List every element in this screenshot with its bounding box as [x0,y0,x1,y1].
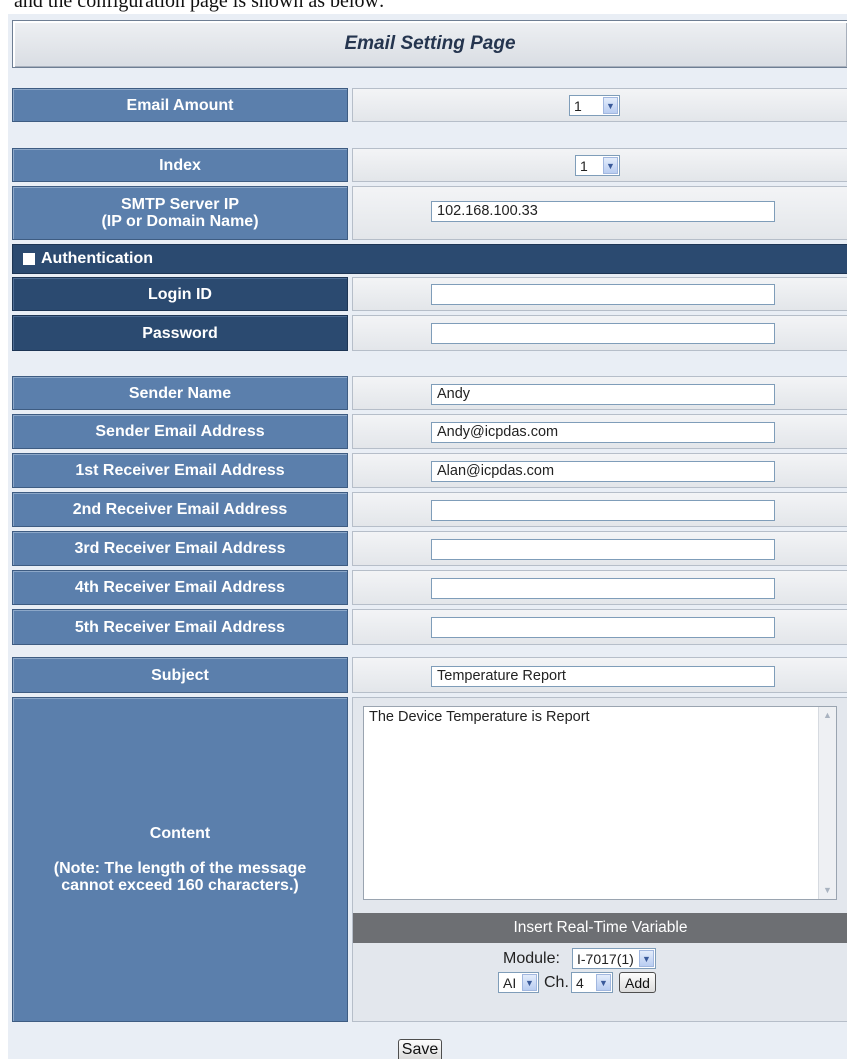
content-text: The Device Temperature is Report [369,709,590,725]
type-select[interactable]: AI ▼ [498,972,539,993]
save-button[interactable]: Save [398,1039,442,1059]
receiver-4-label: 4th Receiver Email Address [12,570,348,605]
sender-name-cell: Andy [352,376,847,410]
authentication-header: Authentication [12,244,847,274]
smtp-label-line1: SMTP Server IP [121,196,239,213]
type-value: AI [503,974,517,991]
receiver-3-cell [352,531,847,566]
chevron-down-icon: ▼ [596,974,611,991]
content-label: Content [149,825,211,842]
row-email-amount: Email Amount 1 ▼ [12,88,847,122]
row-content: Content (Note: The length of the message… [12,697,847,1022]
smtp-server-input[interactable]: 102.168.100.33 [431,201,775,222]
chevron-down-icon: ▼ [603,97,618,114]
index-value: 1 [580,157,588,174]
row-smtp-server: SMTP Server IP (IP or Domain Name) 102.1… [12,186,847,240]
row-password: Password [12,315,847,351]
email-amount-label: Email Amount [12,88,348,122]
receiver-4-input[interactable] [431,578,775,599]
receiver-3-input[interactable] [431,539,775,560]
content-textarea[interactable]: The Device Temperature is Report ▲ ▼ [363,706,837,900]
receiver-3-label: 3rd Receiver Email Address [12,531,348,566]
top-caption-cut: and the configuration page is shown as b… [0,0,847,14]
login-id-input[interactable] [431,284,775,305]
index-cell: 1 ▼ [352,148,847,182]
scroll-down-icon[interactable]: ▼ [820,883,835,898]
receiver-5-input[interactable] [431,617,775,638]
receiver-1-input[interactable]: Alan@icpdas.com [431,461,775,482]
content-scrollbar[interactable]: ▲ ▼ [818,707,836,899]
add-button[interactable]: Add [619,972,656,993]
module-label: Module: [503,950,560,967]
sender-email-label: Sender Email Address [12,414,348,449]
page-title: Email Setting Page [12,20,847,68]
password-input[interactable] [431,323,775,344]
row-index: Index 1 ▼ [12,148,847,182]
top-caption: and the configuration page is shown as b… [14,0,385,12]
row-sender-name: Sender Name Andy [12,376,847,410]
sender-name-input[interactable]: Andy [431,384,775,405]
row-sender-email: Sender Email Address Andy@icpdas.com [12,414,847,449]
login-id-label: Login ID [12,277,348,311]
module-select[interactable]: I-7017(1) ▼ [572,948,656,969]
receiver-1-label: 1st Receiver Email Address [12,453,348,488]
password-cell [352,315,847,351]
subject-label: Subject [12,657,348,693]
module-value: I-7017(1) [577,950,634,967]
receiver-1-cell: Alan@icpdas.com [352,453,847,488]
email-amount-select[interactable]: 1 ▼ [569,95,620,116]
sender-email-input[interactable]: Andy@icpdas.com [431,422,775,443]
login-id-cell [352,277,847,311]
sender-email-cell: Andy@icpdas.com [352,414,847,449]
content-note: (Note: The length of the message cannot … [53,860,307,894]
smtp-label: SMTP Server IP (IP or Domain Name) [12,186,348,240]
chevron-down-icon: ▼ [639,950,654,967]
content-cell: The Device Temperature is Report ▲ ▼ Ins… [352,697,847,1022]
content-label-cell: Content (Note: The length of the message… [12,697,348,1022]
subject-input[interactable]: Temperature Report [431,666,775,687]
row-receiver-5: 5th Receiver Email Address [12,609,847,645]
receiver-2-input[interactable] [431,500,775,521]
channel-select[interactable]: 4 ▼ [571,972,613,993]
smtp-cell: 102.168.100.33 [352,186,847,240]
row-receiver-4: 4th Receiver Email Address [12,570,847,605]
authentication-label: Authentication [41,250,153,267]
receiver-2-label: 2nd Receiver Email Address [12,492,348,527]
password-label: Password [12,315,348,351]
row-receiver-1: 1st Receiver Email Address Alan@icpdas.c… [12,453,847,488]
index-label: Index [12,148,348,182]
row-receiver-2: 2nd Receiver Email Address [12,492,847,527]
index-select[interactable]: 1 ▼ [575,155,620,176]
ch-label: Ch. [544,974,569,991]
row-subject: Subject Temperature Report [12,657,847,693]
square-bullet-icon [23,253,35,265]
scroll-up-icon[interactable]: ▲ [820,708,835,723]
subject-cell: Temperature Report [352,657,847,693]
smtp-label-line2: (IP or Domain Name) [101,213,259,230]
sender-name-label: Sender Name [12,376,348,410]
email-amount-value: 1 [574,97,582,114]
row-receiver-3: 3rd Receiver Email Address [12,531,847,566]
receiver-2-cell [352,492,847,527]
channel-value: 4 [576,974,584,991]
receiver-5-label: 5th Receiver Email Address [12,609,348,645]
row-login-id: Login ID [12,277,847,311]
receiver-4-cell [352,570,847,605]
email-amount-cell: 1 ▼ [352,88,847,122]
receiver-5-cell [352,609,847,645]
chevron-down-icon: ▼ [603,157,618,174]
chevron-down-icon: ▼ [522,974,537,991]
email-setting-page: Email Setting Page Email Amount 1 ▼ Inde… [8,14,847,1059]
insert-variable-header: Insert Real-Time Variable [353,913,847,943]
